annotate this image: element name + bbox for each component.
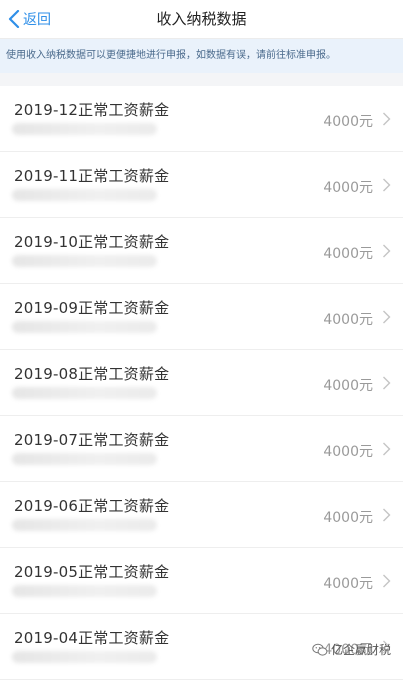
notice-banner: 使用收入纳税数据可以更便捷地进行申报，如数据有误，请前往标准申报。 xyxy=(0,39,403,73)
chevron-right-icon xyxy=(383,178,391,192)
watermark: 亿企赢财税 xyxy=(312,641,391,658)
record-title: 2019-04正常工资薪金 xyxy=(14,629,170,647)
income-record-row[interactable]: 2019-11正常工资薪金 4000元 xyxy=(0,152,403,218)
record-amount: 4000元 xyxy=(323,246,373,262)
record-amount: 4000元 xyxy=(323,180,373,196)
record-title: 2019-10正常工资薪金 xyxy=(14,233,170,251)
record-title: 2019-09正常工资薪金 xyxy=(14,299,170,317)
record-amount: 4000元 xyxy=(323,444,373,460)
section-divider xyxy=(0,73,403,86)
redacted-detail xyxy=(12,651,157,663)
redacted-detail xyxy=(12,255,157,267)
chevron-right-icon xyxy=(383,244,391,258)
redacted-detail xyxy=(12,189,157,201)
wechat-icon xyxy=(312,643,328,656)
income-record-row[interactable]: 2019-10正常工资薪金 4000元 xyxy=(0,218,403,284)
chevron-right-icon xyxy=(383,442,391,456)
record-title: 2019-11正常工资薪金 xyxy=(14,167,170,185)
redacted-detail xyxy=(12,585,157,597)
redacted-detail xyxy=(12,321,157,333)
chevron-right-icon xyxy=(383,508,391,522)
watermark-text: 亿企赢财税 xyxy=(330,643,391,657)
record-amount: 4000元 xyxy=(323,378,373,394)
income-record-row[interactable]: 2019-06正常工资薪金 4000元 xyxy=(0,482,403,548)
record-title: 2019-12正常工资薪金 xyxy=(14,101,170,119)
chevron-right-icon xyxy=(383,376,391,390)
income-record-row[interactable]: 2019-09正常工资薪金 4000元 xyxy=(0,284,403,350)
page-title: 收入纳税数据 xyxy=(156,10,247,28)
redacted-detail xyxy=(12,453,157,465)
record-title: 2019-06正常工资薪金 xyxy=(14,497,170,515)
income-record-row[interactable]: 2019-05正常工资薪金 4000元 xyxy=(0,548,403,614)
income-record-row[interactable]: 2019-12正常工资薪金 4000元 xyxy=(0,86,403,152)
chevron-right-icon xyxy=(383,310,391,324)
income-record-list: 2019-12正常工资薪金 4000元 2019-11正常工资薪金 4000元 … xyxy=(0,86,403,680)
record-amount: 4000元 xyxy=(323,576,373,592)
chevron-right-icon xyxy=(383,112,391,126)
record-title: 2019-05正常工资薪金 xyxy=(14,563,170,581)
record-amount: 4000元 xyxy=(323,312,373,328)
navigation-bar: 返回 收入纳税数据 xyxy=(0,0,403,39)
record-title: 2019-08正常工资薪金 xyxy=(14,365,170,383)
record-amount: 4000元 xyxy=(323,510,373,526)
income-record-row[interactable]: 2019-07正常工资薪金 4000元 xyxy=(0,416,403,482)
redacted-detail xyxy=(12,387,157,399)
record-amount: 4000元 xyxy=(323,114,373,130)
record-title: 2019-07正常工资薪金 xyxy=(14,431,170,449)
chevron-right-icon xyxy=(383,574,391,588)
income-record-row[interactable]: 2019-08正常工资薪金 4000元 xyxy=(0,350,403,416)
redacted-detail xyxy=(12,519,157,531)
redacted-detail xyxy=(12,123,157,135)
